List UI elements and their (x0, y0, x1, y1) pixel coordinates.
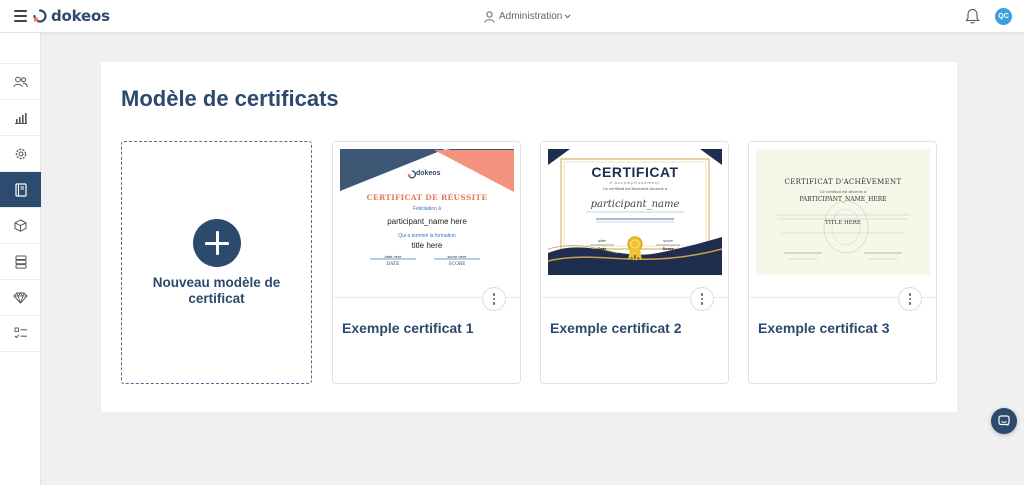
chat-icon (998, 415, 1010, 427)
card-options-button[interactable] (690, 287, 714, 311)
cube-icon (14, 219, 27, 232)
thumbnail-score-label: SCORE (448, 262, 466, 267)
thumbnail-subheading: d'accomplissement (609, 180, 661, 185)
gear-icon (15, 148, 26, 159)
certificate-3-artwork (756, 149, 930, 275)
users-icon (13, 76, 28, 87)
sidebar-spacer (0, 33, 41, 64)
sidebar-item-users[interactable] (0, 64, 41, 100)
thumbnail-congrats: Félicitation à (412, 206, 442, 212)
chevron-down-icon (564, 14, 571, 19)
certificate-card-3[interactable]: CERTIFICAT D'ACHÈVEMENT Ce certificat es… (748, 141, 937, 384)
thumbnail-completed: Qui a terminé la formation (398, 233, 456, 239)
chart-icon (14, 112, 27, 124)
thumbnail-course: TITLE HERE (825, 220, 861, 226)
sidebar-item-certificates[interactable] (0, 172, 41, 208)
card-title[interactable]: Exemple certificat 2 (550, 320, 682, 336)
certificate-1-artwork (340, 149, 514, 260)
certificate-card-2[interactable]: CERTIFICAT d'accomplissement Ce certific… (540, 141, 729, 384)
certificate-book-icon (14, 182, 27, 197)
thumbnail-name: participant_name here (387, 217, 467, 226)
sidebar-item-tasks[interactable] (0, 316, 41, 352)
user-icon (484, 10, 495, 23)
thumbnail-heading: CERTIFICAT DE RÉUSSITE (366, 193, 488, 202)
new-certificate-template-card[interactable]: Nouveau modèle de certificat (121, 141, 312, 384)
checklist-icon (14, 327, 27, 339)
thumbnail-score-value: score (663, 238, 673, 243)
bell-icon[interactable] (965, 8, 980, 25)
thumbnail-date-label: Date (597, 246, 607, 251)
thumbnail-date-value: date here (384, 254, 402, 259)
certificate-card-1[interactable]: dokeos CERTIFICAT DE RÉUSSITE Félicitati… (332, 141, 521, 384)
thumbnail-name: participant_name (590, 199, 680, 210)
thumbnail-name: PARTICIPANT_NAME_HERE (799, 196, 887, 203)
chat-button[interactable] (991, 408, 1017, 434)
card-options-button[interactable] (898, 287, 922, 311)
avatar[interactable]: QC (995, 8, 1012, 25)
gem-icon (13, 291, 28, 304)
thumbnail-score-label: Score (662, 246, 674, 251)
thumbnail-heading: CERTIFICAT D'ACHÈVEMENT (784, 178, 902, 186)
sidebar (0, 33, 41, 485)
card-title[interactable]: Exemple certificat 1 (342, 320, 474, 336)
thumbnail-course: title here (411, 241, 443, 250)
new-template-label: Nouveau modèle de certificat (152, 275, 281, 306)
thumbnail-score-value: score here (447, 254, 467, 259)
sidebar-item-statistics[interactable] (0, 100, 41, 136)
hamburger-menu-icon[interactable] (14, 10, 27, 22)
dokeos-logo[interactable]: dokeos (33, 7, 110, 25)
sidebar-item-stack[interactable] (0, 244, 41, 280)
sidebar-item-badges[interactable] (0, 280, 41, 316)
sidebar-item-settings[interactable] (0, 136, 41, 172)
administration-label: Administration (499, 11, 563, 22)
thumbnail-line: Ce certificat est décerné à (819, 189, 867, 194)
brand-name: dokeos (51, 7, 110, 25)
thumbnail-heading: CERTIFICAT (591, 164, 679, 180)
certificate-thumbnail-2: CERTIFICAT d'accomplissement Ce certific… (548, 149, 722, 275)
certificate-thumbnail-3: CERTIFICAT D'ACHÈVEMENT Ce certificat es… (756, 149, 930, 275)
page-title: Modèle de certificats (121, 86, 339, 111)
thumbnail-brand: dokeos (416, 170, 441, 177)
main-panel: Modèle de certificats Nouveau modèle de … (101, 62, 957, 412)
certificate-thumbnail-1: dokeos CERTIFICAT DE RÉUSSITE Félicitati… (340, 149, 514, 275)
dokeos-logo-icon (33, 9, 47, 23)
card-options-button[interactable] (482, 287, 506, 311)
sidebar-item-courses[interactable] (0, 208, 41, 244)
plus-icon (193, 219, 241, 267)
top-bar: dokeos Administration QC (0, 0, 1024, 33)
administration-menu[interactable]: Administration (484, 9, 575, 24)
thumbnail-date-label: DATE (386, 262, 400, 267)
thumbnail-date-value: date (598, 238, 606, 243)
thumbnail-line: Ce certificat est fièrement décerné à (602, 186, 668, 191)
card-title[interactable]: Exemple certificat 3 (758, 320, 890, 336)
stack-icon (15, 255, 26, 269)
